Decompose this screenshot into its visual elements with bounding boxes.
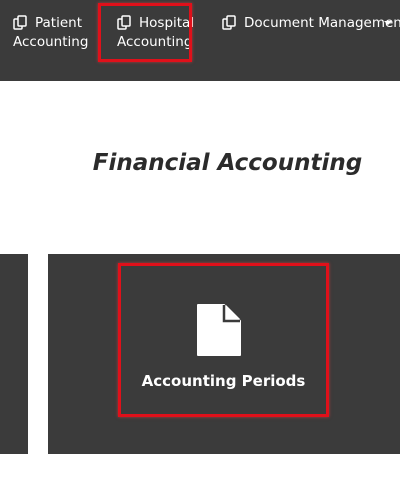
nav-item-document-management[interactable]: Document Management: [222, 14, 400, 33]
top-navbar: Patient Accounting Hospital Accounting D…: [0, 0, 400, 81]
copy-icon: [13, 15, 27, 30]
highlight-box-accounting-periods: [118, 263, 329, 417]
nav-item-patient-accounting[interactable]: Patient Accounting: [13, 14, 88, 52]
nav-item-label-line2: Accounting: [13, 34, 89, 50]
highlight-box-hospital-accounting: [98, 3, 192, 62]
copy-icon: [222, 15, 236, 30]
nav-item-label: Document Management: [244, 15, 400, 31]
chevron-down-icon[interactable]: [384, 21, 392, 25]
page-title: Financial Accounting: [92, 150, 363, 176]
tile-partial-left[interactable]: [0, 254, 28, 454]
